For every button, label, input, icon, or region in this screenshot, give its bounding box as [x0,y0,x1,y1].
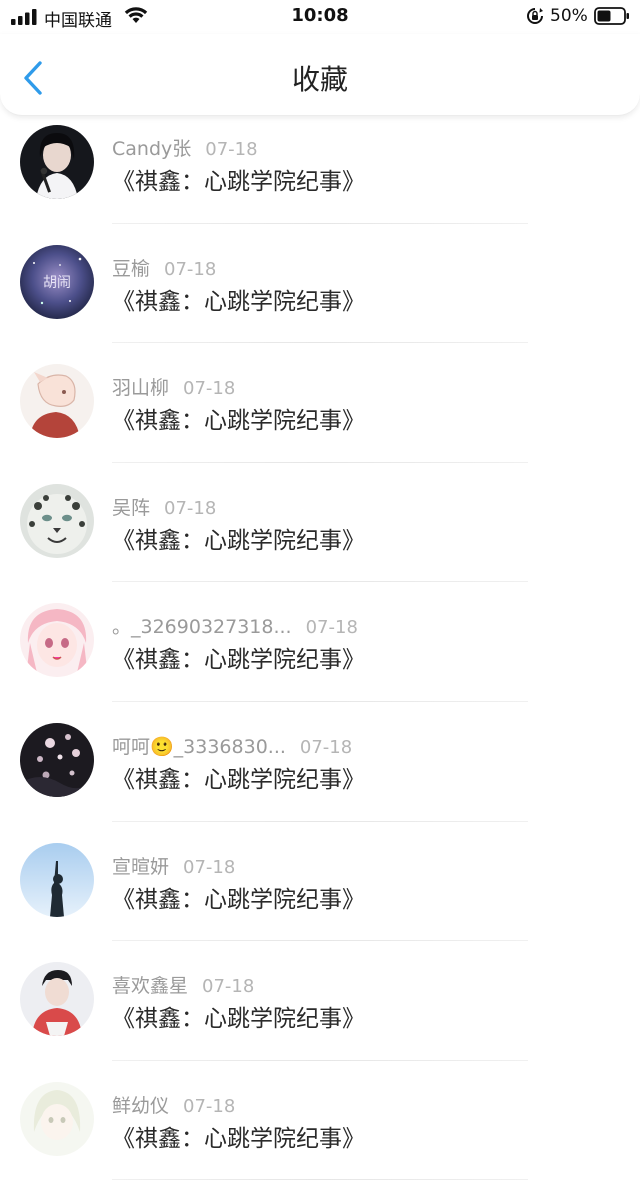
list-item[interactable]: 呵呵🙂_3336830... 07-18 《祺鑫：心跳学院纪事》 [0,714,640,834]
divider [112,820,528,822]
clock: 10:08 [291,5,349,26]
battery-percentage: 50% [550,6,588,26]
date-label: 07-18 [183,856,236,878]
date-label: 07-18 [164,258,217,280]
avatar[interactable] [20,483,94,558]
book-title[interactable]: 《祺鑫：心跳学院纪事》 [112,1119,365,1153]
date-label: 07-18 [164,497,217,519]
username: 豆榆 [112,257,151,280]
list-item[interactable]: 宣暄妍 07-18 《祺鑫：心跳学院纪事》 [0,834,640,954]
username: 鲜幼仪 [112,1094,170,1117]
divider [112,1059,528,1061]
date-label: 07-18 [205,139,258,160]
username: 宣暄妍 [112,855,170,878]
username: 羽山柳 [112,377,170,400]
divider [112,342,528,344]
list-item[interactable]: 鲜幼仪 07-18 《祺鑫：心跳学院纪事》 [0,1073,640,1192]
avatar-text: 胡闹 [43,275,71,291]
book-title[interactable]: 《祺鑫：心跳学院纪事》 [112,999,365,1033]
username: Candy张 [112,138,192,160]
avatar[interactable]: 胡闹 [20,244,94,319]
list-item[interactable]: 喜欢鑫星 07-18 《祺鑫：心跳学院纪事》 [0,953,640,1073]
list-item[interactable]: Candy张 07-18 《祺鑫：心跳学院纪事》 [0,116,640,236]
list-item[interactable]: 吴阵 07-18 《祺鑫：心跳学院纪事》 [0,475,640,595]
divider [112,581,528,583]
book-title[interactable]: 《祺鑫：心跳学院纪事》 [112,162,365,196]
nav-bar: 收藏 [0,34,640,116]
avatar[interactable] [20,1081,94,1156]
date-label: 07-18 [183,378,236,400]
avatar[interactable] [20,603,94,678]
list-item[interactable]: 胡闹 豆榆 07-18 《祺鑫：心跳学院纪事》 [0,236,640,356]
page-title: 收藏 [291,63,348,96]
date-label: 07-18 [202,976,255,998]
book-title[interactable]: 《祺鑫：心跳学院纪事》 [112,401,365,435]
date-label: 07-18 [299,736,353,758]
avatar[interactable] [20,364,94,439]
book-title[interactable]: 《祺鑫：心跳学院纪事》 [112,640,365,674]
book-title[interactable]: 《祺鑫：心跳学院纪事》 [112,760,365,794]
divider [112,700,528,702]
avatar[interactable] [20,722,94,797]
avatar[interactable] [20,962,94,1037]
avatar[interactable] [20,125,94,199]
book-title[interactable]: 《祺鑫：心跳学院纪事》 [112,880,365,914]
divider [112,1179,528,1181]
divider [112,222,528,224]
status-bar: 中国联通 10:08 50% [0,0,640,34]
username: 喜欢鑫星 [112,975,189,998]
divider [112,461,528,463]
favorites-list: Candy张 07-18 《祺鑫：心跳学院纪事》 胡闹 豆榆 07-18 《祺鑫… [0,116,640,1192]
battery-icon [594,7,629,25]
username: 吴阵 [112,496,151,519]
username: 。_32690327318... [112,616,292,639]
list-item[interactable]: 羽山柳 07-18 《祺鑫：心跳学院纪事》 [0,355,640,475]
book-title[interactable]: 《祺鑫：心跳学院纪事》 [112,521,365,555]
username: 呵呵🙂_3336830... [112,735,286,758]
rotation-lock-icon [527,8,543,24]
list-item[interactable]: 。_32690327318... 07-18 《祺鑫：心跳学院纪事》 [0,594,640,714]
divider [112,940,528,942]
avatar[interactable] [20,842,94,917]
book-title[interactable]: 《祺鑫：心跳学院纪事》 [112,282,365,316]
date-label: 07-18 [183,1095,236,1117]
date-label: 07-18 [305,617,358,639]
